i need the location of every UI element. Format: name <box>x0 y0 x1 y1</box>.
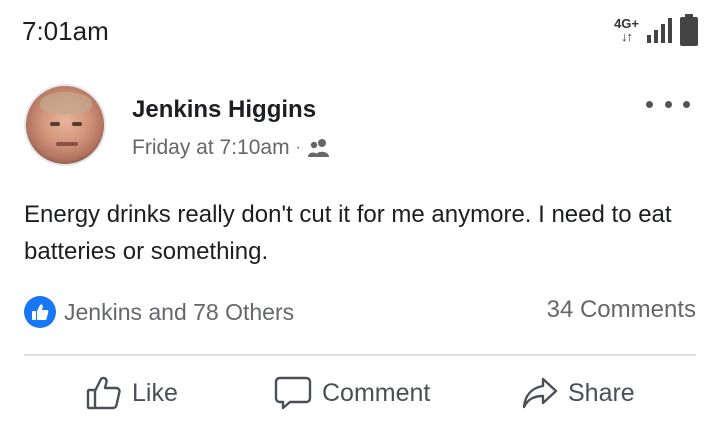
post-timestamp[interactable]: Friday at 7:10am <box>132 136 290 160</box>
comment-bubble-icon <box>274 376 312 410</box>
like-label: Like <box>132 378 178 407</box>
avatar[interactable] <box>24 84 106 166</box>
post-meta: Friday at 7:10am · <box>132 136 331 160</box>
share-arrow-icon <box>522 376 558 410</box>
post-header: Jenkins Higgins Friday at 7:10am · <box>24 84 700 172</box>
action-bar: Like Comment Share <box>0 366 720 426</box>
thumbs-up-icon <box>86 376 122 410</box>
share-button[interactable]: Share <box>522 376 635 410</box>
status-icons: 4G+ ↓↑ <box>614 12 698 48</box>
divider <box>24 354 696 356</box>
reactions-summary[interactable]: Jenkins and 78 Others <box>24 296 294 328</box>
meta-separator: · <box>295 139 301 156</box>
network-type-indicator: 4G+ ↓↑ <box>614 17 639 43</box>
share-label: Share <box>568 378 635 407</box>
status-time: 7:01am <box>22 16 109 46</box>
reactions-label: Jenkins and 78 Others <box>64 298 295 325</box>
network-arrows-icon: ↓↑ <box>621 29 633 44</box>
like-reaction-icon <box>24 296 56 328</box>
friends-icon <box>307 138 331 158</box>
like-button[interactable]: Like <box>86 376 178 410</box>
comment-label: Comment <box>322 378 431 407</box>
battery-icon <box>680 14 698 46</box>
author-name[interactable]: Jenkins Higgins <box>132 96 316 124</box>
comments-count[interactable]: 34 Comments <box>547 296 696 324</box>
more-options-icon[interactable] <box>646 94 690 114</box>
comment-button[interactable]: Comment <box>274 376 430 410</box>
status-bar: 7:01am 4G+ ↓↑ <box>0 0 720 64</box>
signal-strength-icon <box>647 17 672 43</box>
post-text: Energy drinks really don't cut it for me… <box>24 201 672 265</box>
